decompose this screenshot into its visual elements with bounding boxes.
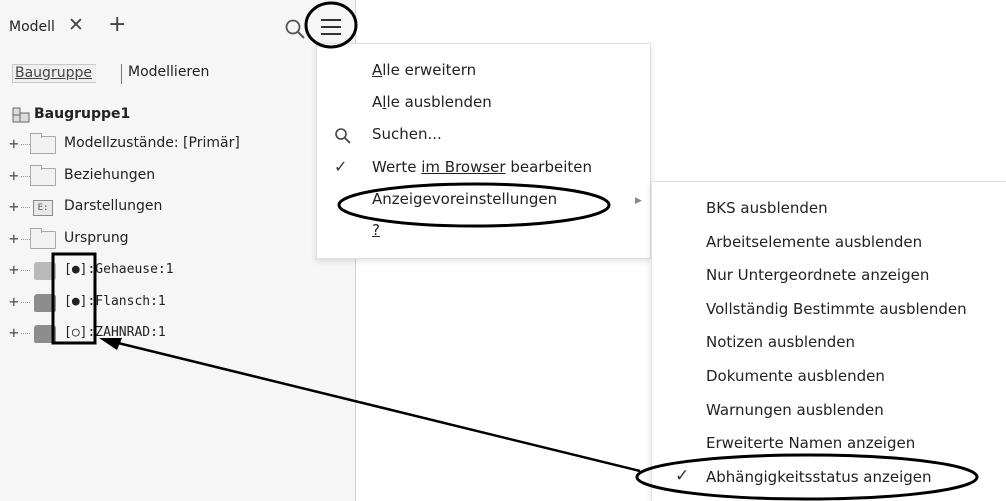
menu-item-collapse-all[interactable]: Alle ausblenden <box>372 93 492 111</box>
search-icon[interactable] <box>284 18 306 40</box>
tree-node-label: Darstellungen <box>64 198 163 214</box>
expand-icon[interactable]: + <box>9 166 19 185</box>
display-preferences-submenu: BKS ausblenden Arbeitselemente ausblende… <box>651 181 1006 501</box>
tree-connector <box>21 302 30 303</box>
submenu-item-show-children-only[interactable]: Nur Untergeordnete anzeigen <box>706 266 929 284</box>
search-icon <box>335 128 351 144</box>
menu-item-search[interactable]: Suchen... <box>372 125 442 143</box>
menu-item-edit-values[interactable]: Werte im Browser bearbeiten <box>372 158 592 176</box>
expand-icon[interactable]: + <box>9 260 19 279</box>
folder-icon <box>30 228 56 249</box>
tab-model[interactable]: Modell <box>9 19 55 35</box>
tree-connector <box>21 176 30 177</box>
submenu-item-hide-notes[interactable]: Notizen ausblenden <box>706 333 855 351</box>
tree-node-label: [●]:Flansch:1 <box>64 294 166 309</box>
expand-icon[interactable]: + <box>9 197 19 216</box>
expand-icon[interactable]: + <box>9 292 19 311</box>
assembly-icon <box>12 107 30 123</box>
submenu-item-hide-warnings[interactable]: Warnungen ausblenden <box>706 401 884 419</box>
tree-node-label: Modellzustände: [Primär] <box>64 135 240 151</box>
submenu-item-hide-ucs[interactable]: BKS ausblenden <box>706 199 828 217</box>
subtab-modeling[interactable]: Modellieren <box>128 64 209 80</box>
tree-root-label: Baugruppe1 <box>34 106 131 122</box>
menu-item-label: le ausblenden <box>386 93 492 111</box>
mnemonic: im Browser <box>421 158 506 176</box>
tree-connector <box>21 144 30 145</box>
menu-item-expand-all[interactable]: Alle erweitern <box>372 61 476 79</box>
part-icon <box>34 262 56 280</box>
browser-options-menu: Alle erweitern Alle ausblenden Suchen...… <box>316 43 651 259</box>
menu-item-help[interactable]: ? <box>372 221 380 239</box>
subtab-divider <box>121 64 122 84</box>
submenu-item-hide-work-features[interactable]: Arbeitselemente ausblenden <box>706 233 922 251</box>
tree-node-label: [●]:Gehaeuse:1 <box>64 262 174 277</box>
tree-node-label: [○]:ZAHNRAD:1 <box>64 325 166 340</box>
menu-item-label: bearbeiten <box>505 158 592 176</box>
tree-node-label: Beziehungen <box>64 167 156 183</box>
part-icon <box>34 294 56 312</box>
submenu-item-hide-fully-constrained[interactable]: Vollständig Bestimmte ausblenden <box>706 300 967 318</box>
close-icon[interactable]: ✕ <box>68 14 84 36</box>
tree-node-label: Ursprung <box>64 230 129 246</box>
tree-connector <box>21 270 30 271</box>
browser-tab-bar: Modell ✕ + <box>0 0 356 46</box>
add-tab-icon[interactable]: + <box>108 12 126 37</box>
subtab-assembly[interactable]: Baugruppe <box>12 64 96 83</box>
model-browser-panel: Modell ✕ + Baugruppe Modellieren Baugrup… <box>0 0 356 501</box>
part-icon <box>34 325 56 343</box>
chevron-right-icon: ▶ <box>635 196 642 206</box>
submenu-item-show-extended-names[interactable]: Erweiterte Namen anzeigen <box>706 434 915 452</box>
tree-connector <box>21 207 30 208</box>
menu-item-label: Werte <box>372 158 422 176</box>
submenu-item-show-dependency-status[interactable]: Abhängigkeitsstatus anzeigen <box>706 468 932 486</box>
submenu-item-hide-documents[interactable]: Dokumente ausblenden <box>706 367 885 385</box>
expand-icon[interactable]: + <box>9 229 19 248</box>
hamburger-menu-icon[interactable] <box>319 17 343 37</box>
menu-item-display-preferences[interactable]: Anzeigevoreinstellungen <box>372 190 557 208</box>
tree-connector <box>21 239 30 240</box>
expand-icon[interactable]: + <box>9 323 19 342</box>
representations-icon: E: <box>33 200 53 216</box>
folder-icon <box>30 133 56 154</box>
menu-item-label: A <box>372 93 383 111</box>
mnemonic: A <box>372 61 383 79</box>
menu-item-label: lle erweitern <box>382 61 477 79</box>
checkmark-icon: ✓ <box>334 157 348 176</box>
expand-icon[interactable]: + <box>9 134 19 153</box>
folder-icon <box>30 165 56 186</box>
tree-connector <box>21 333 30 334</box>
checkmark-icon: ✓ <box>675 466 690 486</box>
